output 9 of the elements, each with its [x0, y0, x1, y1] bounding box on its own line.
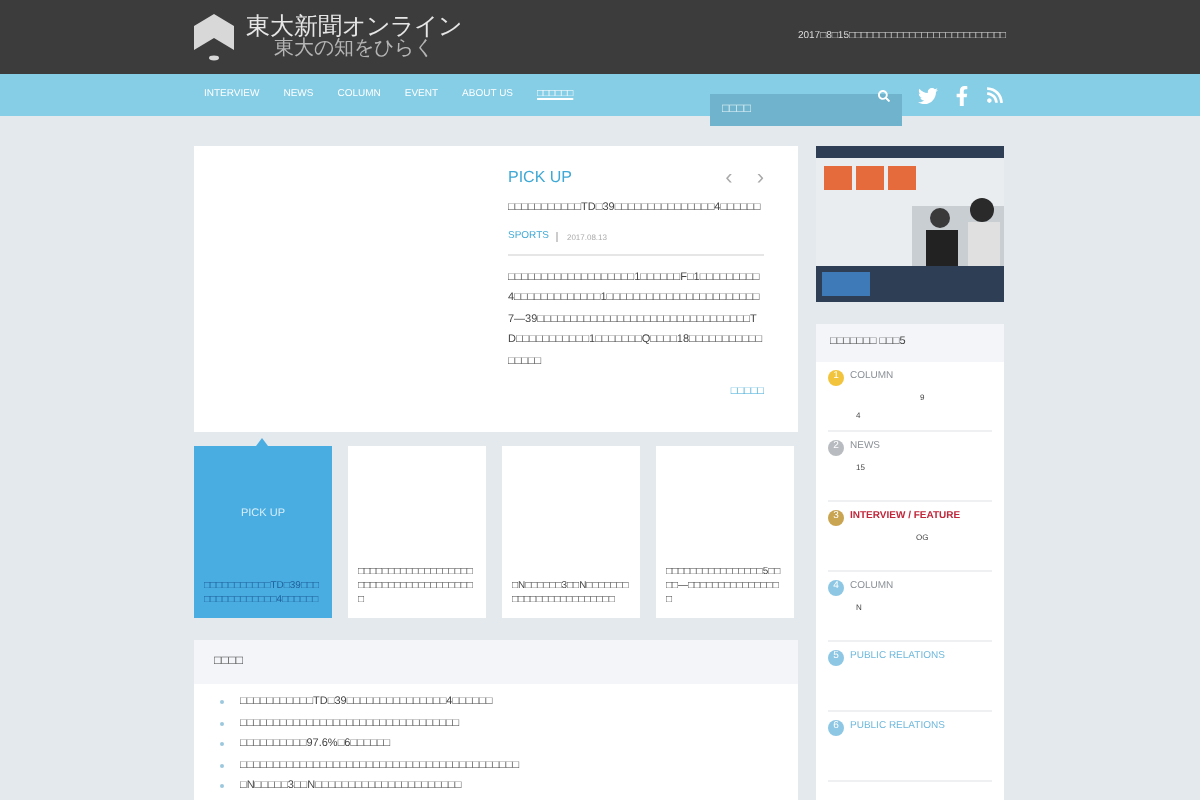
pointer-icon: [256, 438, 268, 446]
logo-icon: [194, 13, 234, 61]
pickup-heading: PICK UP: [508, 166, 573, 190]
twitter-icon[interactable]: [918, 85, 938, 105]
rss-icon[interactable]: [986, 86, 1004, 104]
search-icon[interactable]: [878, 89, 890, 101]
site-title[interactable]: 東大新聞オンライン: [246, 14, 462, 38]
site-tagline: 東大の知をひらく: [274, 40, 434, 60]
facebook-icon[interactable]: [954, 85, 970, 105]
